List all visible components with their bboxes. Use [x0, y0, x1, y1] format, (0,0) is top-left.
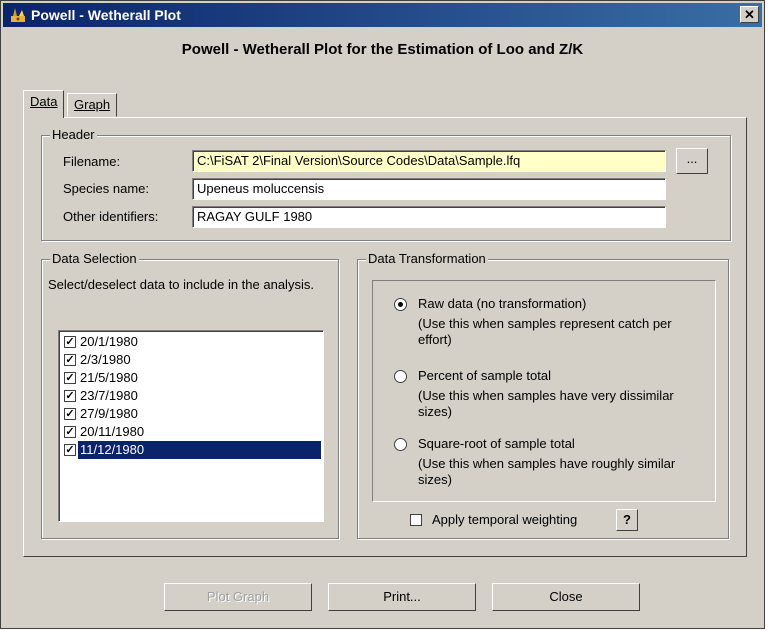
tab-graph[interactable]: Graph — [67, 93, 118, 117]
data-tab-panel: Header Filename: C:\FiSAT 2\Final Versio… — [23, 117, 747, 557]
filename-field[interactable]: C:\FiSAT 2\Final Version\Source Codes\Da… — [192, 150, 666, 172]
list-item[interactable]: ✓ 21/5/1980 — [61, 369, 321, 387]
help-icon[interactable]: ? — [616, 509, 638, 531]
list-item[interactable]: ✓ 20/11/1980 — [61, 423, 321, 441]
print-label: Print... — [383, 589, 421, 604]
radio-percent-hint: (Use this when samples have very dissimi… — [418, 388, 674, 419]
radio-square-root-hint: (Use this when samples have roughly simi… — [418, 456, 676, 487]
radio-raw-data-label[interactable]: Raw data (no transformation) — [418, 296, 586, 312]
check-icon[interactable]: ✓ — [64, 444, 76, 456]
list-item-label: 23/7/1980 — [80, 388, 138, 403]
fish-app-icon — [11, 8, 25, 22]
list-item[interactable]: ✓ 2/3/1980 — [61, 351, 321, 369]
dialog-window: Powell - Wetherall Plot ✕ Powell - Wethe… — [0, 0, 765, 629]
radio-percent-label[interactable]: Percent of sample total — [418, 368, 551, 384]
species-label: Species name: — [63, 181, 149, 196]
species-field[interactable]: Upeneus moluccensis — [192, 178, 666, 200]
radio-raw-data[interactable] — [394, 298, 407, 311]
list-item-label: 11/12/1980 — [78, 441, 321, 459]
tab-data-label: Data — [30, 94, 58, 109]
check-icon[interactable]: ✓ — [64, 390, 76, 402]
data-selection-legend: Data Selection — [50, 251, 139, 266]
close-button[interactable]: Close — [492, 583, 640, 611]
print-button[interactable]: Print... — [328, 583, 476, 611]
dialog-heading: Powell - Wetherall Plot for the Estimati… — [181, 41, 584, 58]
check-icon[interactable]: ✓ — [64, 408, 76, 420]
close-label: Close — [549, 589, 583, 604]
list-item-selected[interactable]: ✓ 11/12/1980 — [61, 441, 321, 459]
data-transformation-legend: Data Transformation — [366, 251, 488, 266]
data-selection-group: Data Selection Select/deselect data to i… — [41, 251, 339, 539]
list-item[interactable]: ✓ 20/1/1980 — [61, 333, 321, 351]
check-icon[interactable]: ✓ — [64, 372, 76, 384]
radio-square-root-label[interactable]: Square-root of sample total — [418, 436, 575, 452]
list-item-label: 20/11/1980 — [80, 424, 145, 439]
radio-percent[interactable] — [394, 370, 407, 383]
data-transformation-group: Data Transformation Raw data (no transfo… — [357, 251, 729, 539]
plot-graph-label: Plot Graph — [206, 589, 270, 604]
tab-data[interactable]: Data — [23, 90, 65, 118]
list-item-label: 2/3/1980 — [80, 352, 131, 367]
check-icon[interactable]: ✓ — [64, 426, 76, 438]
tab-graph-label: Graph — [74, 97, 111, 112]
plot-graph-button: Plot Graph — [164, 583, 312, 611]
list-item-label: 20/1/1980 — [80, 334, 138, 349]
radio-square-root[interactable] — [394, 438, 407, 451]
filename-label: Filename: — [63, 154, 121, 169]
temporal-weighting-checkbox[interactable] — [410, 514, 422, 526]
close-icon[interactable]: ✕ — [740, 6, 759, 23]
list-item-label: 21/5/1980 — [80, 370, 138, 385]
other-identifiers-label: Other identifiers: — [63, 209, 159, 224]
header-group: Header Filename: C:\FiSAT 2\Final Versio… — [41, 127, 731, 241]
check-icon[interactable]: ✓ — [64, 354, 76, 366]
list-item[interactable]: ✓ 23/7/1980 — [61, 387, 321, 405]
check-icon[interactable]: ✓ — [64, 336, 76, 348]
sample-date-list[interactable]: ✓ 20/1/1980 ✓ 2/3/1980 ✓ 21/5/1980 ✓ 23/7/19… — [58, 330, 324, 522]
other-identifiers-field[interactable]: RAGAY GULF 1980 — [192, 206, 666, 228]
header-legend: Header — [50, 127, 97, 142]
temporal-weighting-label[interactable]: Apply temporal weighting — [432, 512, 577, 528]
list-item-label: 27/9/1980 — [80, 406, 138, 421]
window-title: Powell - Wetherall Plot — [31, 7, 181, 23]
list-item[interactable]: ✓ 27/9/1980 — [61, 405, 321, 423]
browse-button[interactable]: ... — [676, 148, 708, 174]
radio-raw-data-hint: (Use this when samples represent catch p… — [418, 316, 672, 347]
data-selection-instructions: Select/deselect data to include in the a… — [48, 277, 314, 292]
title-bar[interactable]: Powell - Wetherall Plot ✕ — [3, 3, 762, 27]
